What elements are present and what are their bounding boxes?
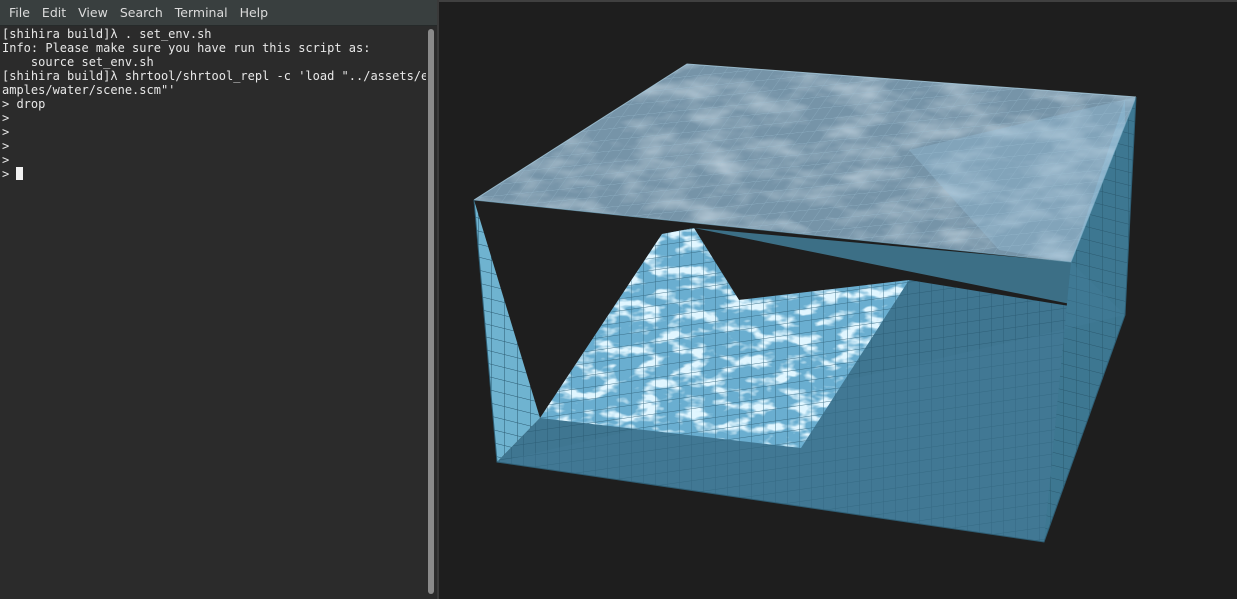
terminal-line: [shihira build]λ shrtool/shrtool_repl -c… [2,69,426,83]
menu-search[interactable]: Search [114,0,169,26]
terminal-output[interactable]: [shihira build]λ . set_env.sh Info: Plea… [2,27,426,599]
render-viewport[interactable] [439,0,1237,599]
terminal-line: amples/water/scene.scm"' [2,83,176,97]
terminal-window[interactable]: File Edit View Search Terminal Help [shi… [0,0,437,599]
terminal-line: Info: Please make sure you have run this… [2,41,371,55]
left-face-grid [474,200,540,462]
menu-terminal[interactable]: Terminal [169,0,234,26]
terminal-line: > [2,139,10,153]
scrollbar-thumb[interactable] [428,29,434,594]
scrollbar[interactable] [426,26,437,599]
viewport-border [439,0,1237,2]
menu-help[interactable]: Help [234,0,275,26]
terminal-line: > drop [2,97,46,111]
terminal-line: > [2,111,10,125]
terminal-line: [shihira build]λ . set_env.sh [2,27,212,41]
terminal-line: > [2,125,10,139]
terminal-line: > [2,153,10,167]
menu-edit[interactable]: Edit [36,0,72,26]
text-cursor [16,167,24,180]
terminal-prompt-line[interactable]: > [2,167,426,181]
water-surface-grid [474,64,1136,262]
terminal-line: source set_env.sh [2,55,154,69]
water-scene-canvas [473,63,1137,543]
menu-view[interactable]: View [72,0,114,26]
menu-file[interactable]: File [3,0,36,26]
menubar: File Edit View Search Terminal Help [0,0,437,26]
terminal-prompt: > [2,167,17,181]
